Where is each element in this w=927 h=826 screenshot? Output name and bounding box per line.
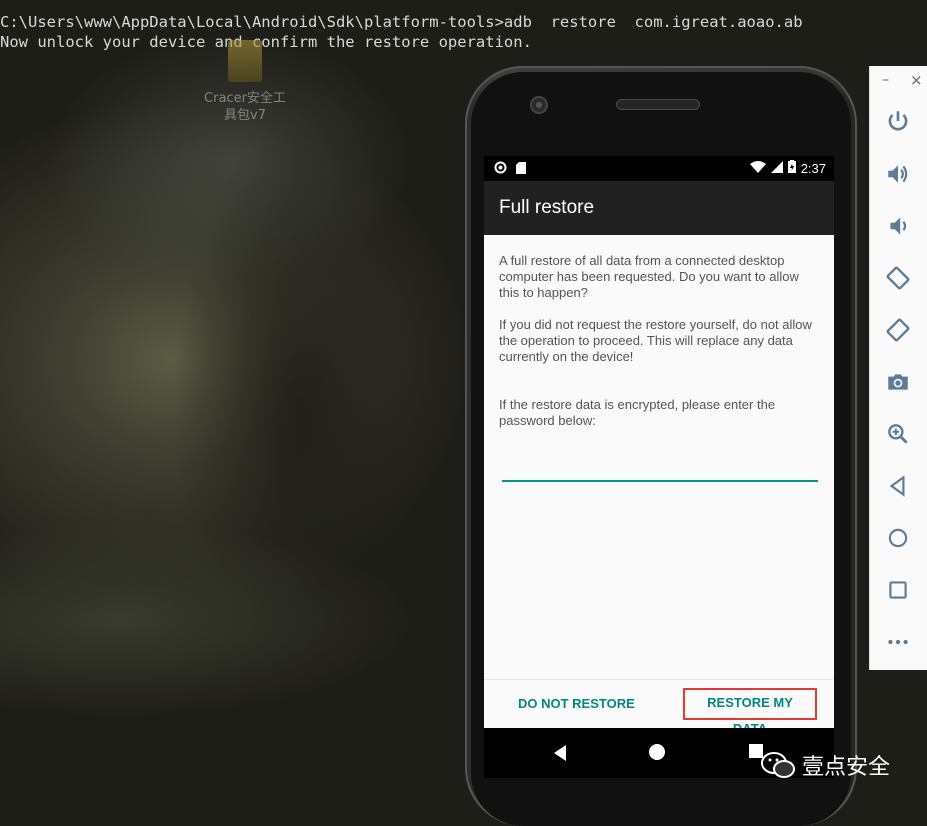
- signal-icon: [770, 160, 783, 176]
- back-icon[interactable]: [883, 471, 913, 501]
- terminal-output: C:\Users\www\AppData\Local\Android\Sdk\p…: [0, 12, 803, 52]
- password-prompt: If the restore data is encrypted, please…: [499, 397, 776, 428]
- nav-back-icon[interactable]: [554, 745, 566, 761]
- terminal-line-message: Now unlock your device and confirm the r…: [0, 33, 532, 51]
- watermark-text: 壹点安全: [802, 755, 891, 780]
- status-bar: 2:37: [484, 156, 834, 181]
- app-bar: Full restore: [484, 181, 834, 235]
- terminal-line-command: C:\Users\www\AppData\Local\Android\Sdk\p…: [0, 13, 803, 31]
- desktop-shortcut-label-2: 具包v7: [224, 108, 266, 123]
- restore-my-data-button[interactable]: RESTORE MY DATA: [683, 688, 817, 736]
- close-button[interactable]: ×: [910, 71, 923, 89]
- power-icon[interactable]: [883, 106, 913, 136]
- restore-warning: If you did not request the restore yours…: [499, 317, 812, 364]
- wifi-icon: [749, 160, 766, 176]
- more-icon[interactable]: [883, 627, 913, 657]
- volume-up-icon[interactable]: [883, 159, 913, 189]
- desktop-shortcut[interactable]: Cracer安全工 具包v7: [195, 40, 295, 124]
- overview-icon[interactable]: [883, 575, 913, 605]
- dialog-button-bar: DO NOT RESTORE RESTORE MY DATA: [484, 679, 834, 736]
- sync-icon: [494, 161, 507, 177]
- nav-home-icon[interactable]: [649, 744, 665, 760]
- folder-icon: [228, 40, 262, 82]
- minimize-button[interactable]: –: [882, 72, 889, 88]
- restore-message: A full restore of all data from a connec…: [484, 235, 834, 429]
- do-not-restore-button[interactable]: DO NOT RESTORE: [514, 691, 639, 717]
- desktop-shortcut-label-1: Cracer安全工: [204, 91, 286, 106]
- rotate-right-icon[interactable]: [883, 315, 913, 345]
- emulator-toolbar: – ×: [869, 66, 927, 670]
- restore-password-input[interactable]: [502, 456, 818, 482]
- camera-icon[interactable]: [883, 367, 913, 397]
- phone-screen: 2:37 Full restore A full restore of all …: [484, 156, 834, 778]
- wechat-logo-icon: [760, 750, 795, 780]
- clock-time: 2:37: [800, 160, 826, 176]
- home-icon[interactable]: [883, 523, 913, 553]
- rotate-left-icon[interactable]: [883, 263, 913, 293]
- restore-description: A full restore of all data from a connec…: [499, 253, 799, 300]
- battery-icon: [787, 160, 796, 176]
- front-camera: [532, 98, 546, 112]
- watermark: 壹点安全: [760, 749, 890, 781]
- page-title: Full restore: [499, 197, 595, 218]
- zoom-icon[interactable]: [883, 419, 913, 449]
- volume-down-icon[interactable]: [883, 211, 913, 241]
- sd-card-icon: [516, 161, 526, 177]
- earpiece-speaker: [617, 100, 699, 109]
